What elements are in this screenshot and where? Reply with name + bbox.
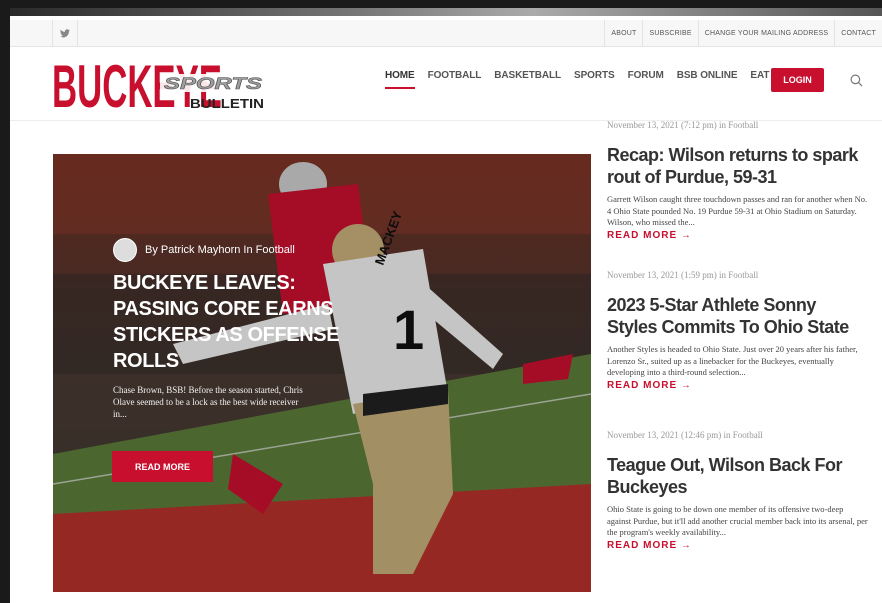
svg-text:SPORTS: SPORTS — [164, 74, 263, 93]
author-avatar — [113, 238, 137, 262]
post-meta: November 13, 2021 (1:59 pm) in Football — [607, 270, 759, 280]
hero-excerpt: Chase Brown, BSB! Before the season star… — [113, 385, 303, 419]
featured-story[interactable]: 1 MACKEY By Patrick Mayhorn In Football … — [53, 154, 591, 592]
twitter-icon[interactable] — [52, 20, 78, 46]
site-logo[interactable]: BUCKEYE SPORTS BULLETIN — [52, 52, 267, 120]
post-title[interactable]: 2023 5-Star Athlete Sonny Styles Commits… — [607, 294, 869, 338]
contact-link[interactable]: CONTACT — [834, 20, 882, 46]
nav-sports[interactable]: SPORTS — [574, 70, 615, 89]
post-excerpt: Another Styles is headed to Ohio State. … — [607, 344, 858, 377]
post-item: November 13, 2021 (1:59 pm) in Football … — [607, 270, 869, 391]
read-more-link[interactable]: READ MORE → — [607, 380, 869, 391]
about-link[interactable]: ABOUT — [604, 20, 642, 46]
read-more-link[interactable]: READ MORE → — [607, 230, 869, 241]
read-more-link[interactable]: READ MORE → — [607, 540, 869, 551]
post-title[interactable]: Teague Out, Wilson Back For Buckeyes — [607, 454, 869, 498]
mailing-address-link[interactable]: CHANGE YOUR MAILING ADDRESS — [697, 20, 835, 46]
utility-bar: ABOUT SUBSCRIBE CHANGE YOUR MAILING ADDR… — [10, 20, 882, 47]
hero-title[interactable]: BUCKEYE LEAVES: PASSING CORE EARNS STICK… — [113, 270, 373, 374]
post-item: November 13, 2021 (7:12 pm) in Football … — [607, 120, 869, 241]
subscribe-link[interactable]: SUBSCRIBE — [642, 20, 697, 46]
main-nav: HOME FOOTBALL BASKETBALL SPORTS FORUM BS… — [385, 70, 819, 89]
post-item: November 13, 2021 (12:46 pm) in Football… — [607, 430, 869, 551]
nav-football[interactable]: FOOTBALL — [428, 70, 482, 89]
post-title[interactable]: Recap: Wilson returns to spark rout of P… — [607, 144, 869, 188]
hero-byline-text: By Patrick Mayhorn In Football — [145, 244, 295, 256]
svg-text:BULLETIN: BULLETIN — [190, 96, 264, 111]
login-button[interactable]: LOGIN — [771, 68, 824, 92]
post-meta: November 13, 2021 (12:46 pm) in Football — [607, 430, 763, 440]
nav-bsb-online[interactable]: BSB ONLINE — [677, 70, 738, 89]
nav-forum[interactable]: FORUM — [628, 70, 664, 89]
post-excerpt: Garrett Wilson caught three touchdown pa… — [607, 194, 868, 227]
nav-basketball[interactable]: BASKETBALL — [494, 70, 561, 89]
post-meta: November 13, 2021 (7:12 pm) in Football — [607, 120, 759, 130]
search-icon[interactable] — [850, 74, 863, 92]
site-header: BUCKEYE SPORTS BULLETIN HOME FOOTBALL BA… — [10, 46, 882, 121]
nav-home[interactable]: HOME — [385, 70, 415, 89]
post-excerpt: Ohio State is going to be down one membe… — [607, 504, 868, 537]
browser-viewport: ABOUT SUBSCRIBE CHANGE YOUR MAILING ADDR… — [10, 8, 882, 603]
utility-links: ABOUT SUBSCRIBE CHANGE YOUR MAILING ADDR… — [604, 20, 882, 46]
hero-byline: By Patrick Mayhorn In Football — [113, 238, 295, 262]
hero-read-more-button[interactable]: READ MORE — [112, 451, 213, 482]
browser-chrome-strip — [10, 8, 882, 16]
